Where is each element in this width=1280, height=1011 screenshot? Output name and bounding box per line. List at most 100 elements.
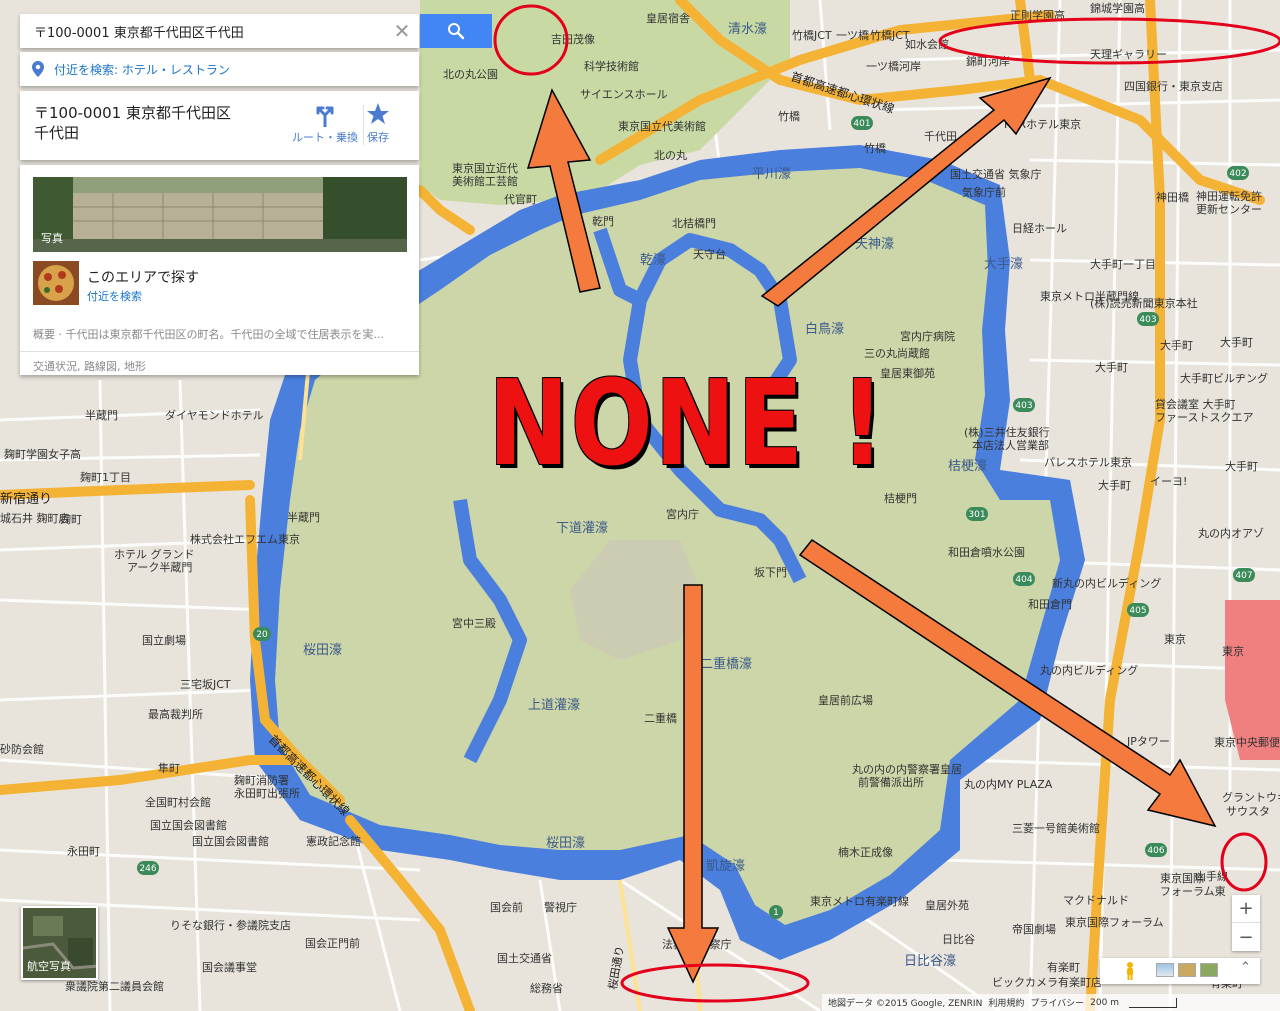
svg-text:竹橋JCT: 竹橋JCT	[792, 28, 832, 42]
svg-text:マクドナルド: マクドナルド	[1063, 894, 1129, 907]
svg-text:三宅坂JCT: 三宅坂JCT	[180, 677, 231, 691]
svg-text:北の丸公園: 北の丸公園	[443, 68, 498, 81]
svg-text:国立国会図書館: 国立国会図書館	[150, 818, 227, 832]
svg-text:東京国立近代: 東京国立近代	[452, 161, 518, 175]
svg-text:最高裁判所: 最高裁判所	[148, 707, 203, 721]
svg-text:前警備派出所: 前警備派出所	[858, 775, 924, 789]
svg-text:大手町: 大手町	[1220, 335, 1253, 349]
svg-text:宮中三殿: 宮中三殿	[452, 616, 496, 630]
svg-text:402: 402	[1229, 169, 1246, 179]
svg-text:日比谷濠: 日比谷濠	[904, 953, 956, 969]
svg-text:乾濠: 乾濠	[640, 252, 666, 268]
svg-text:千代田: 千代田	[924, 130, 957, 143]
none-overlay-text: NONE !	[488, 354, 886, 492]
zoom-out-button[interactable]: −	[1232, 923, 1260, 951]
svg-text:三菱一号館美術館: 三菱一号館美術館	[1012, 821, 1100, 835]
satellite-toggle[interactable]: 航空写真	[21, 906, 98, 980]
svg-text:グラントウキ: グラントウキ	[1222, 790, 1280, 804]
star-icon	[367, 103, 389, 124]
imagery-layer-thumb[interactable]	[1156, 963, 1174, 977]
svg-text:東京メトロ有楽町線: 東京メトロ有楽町線	[810, 894, 909, 908]
svg-text:永田町出張所: 永田町出張所	[234, 786, 300, 800]
svg-text:麹町消防署: 麹町消防署	[234, 773, 289, 787]
svg-text:国立劇場: 国立劇場	[142, 633, 186, 647]
svg-text:丸の内MY PLAZA: 丸の内MY PLAZA	[964, 777, 1053, 791]
map-data-credit: 地図データ ©2015 Google, ZENRIN	[828, 999, 983, 1009]
divider	[20, 351, 419, 352]
search-box: ✕	[20, 14, 419, 48]
svg-text:皇居前広場: 皇居前広場	[818, 693, 873, 707]
privacy-link[interactable]: プライバシー	[1030, 996, 1084, 1009]
svg-text:日経ホール: 日経ホール	[1012, 222, 1067, 235]
svg-text:国会前: 国会前	[490, 900, 523, 914]
svg-text:半蔵門: 半蔵門	[287, 510, 320, 524]
pizza-thumbnail	[33, 261, 79, 305]
place-photo[interactable]: 写真	[33, 177, 407, 252]
svg-text:有楽町: 有楽町	[1047, 960, 1080, 974]
svg-text:天守台: 天守台	[693, 247, 726, 261]
svg-text:皇居外苑: 皇居外苑	[925, 898, 969, 912]
info-card: 写真 このエリアで探す 付近を検索 概要 · 千代田は東京都千代田区の町名。千代…	[20, 165, 419, 375]
svg-text:気象庁前: 気象庁前	[962, 185, 1006, 199]
svg-text:ビックカメラ有楽町店: ビックカメラ有楽町店	[992, 975, 1102, 989]
svg-text:ファーストスクエア: ファーストスクエア	[1155, 411, 1253, 424]
svg-text:砂防会館: 砂防会館	[0, 742, 44, 756]
pegman-icon[interactable]	[1124, 962, 1136, 980]
svg-text:乾門: 乾門	[592, 215, 614, 228]
svg-text:新丸の内ビルディング: 新丸の内ビルディング	[1052, 576, 1161, 590]
svg-text:和田倉噴水公園: 和田倉噴水公園	[948, 545, 1025, 559]
svg-text:サウスタ: サウスタ	[1226, 805, 1270, 818]
svg-text:日比谷: 日比谷	[942, 933, 975, 946]
svg-text:更新センター: 更新センター	[1196, 202, 1262, 216]
search-input[interactable]	[20, 14, 385, 48]
svg-text:全国町村会館: 全国町村会館	[145, 795, 211, 809]
zoom-in-button[interactable]: +	[1232, 895, 1260, 923]
explore-nearby-link[interactable]: 付近を検索	[87, 288, 142, 304]
photo-image	[33, 177, 407, 252]
svg-text:桜田濠: 桜田濠	[546, 835, 585, 851]
clear-search-button[interactable]: ✕	[385, 14, 419, 48]
place-summary[interactable]: 概要 · 千代田は東京都千代田区の町名。千代田の全域で住居表示を実...	[33, 326, 407, 342]
svg-text:本店法人営業部: 本店法人営業部	[972, 438, 1049, 452]
svg-text:大手町: 大手町	[1160, 338, 1193, 352]
svg-text:平川濠: 平川濠	[752, 166, 791, 182]
svg-text:大手町: 大手町	[1095, 360, 1128, 374]
svg-text:麹町: 麹町	[60, 512, 82, 526]
svg-text:大手町一丁目: 大手町一丁目	[1090, 257, 1156, 271]
earth-layer-thumb[interactable]	[1200, 963, 1218, 977]
scale-label: 200 m	[1090, 997, 1119, 1008]
svg-text:神田橋: 神田橋	[1156, 190, 1189, 204]
svg-text:北の丸: 北の丸	[654, 149, 687, 162]
svg-text:桜田濠: 桜田濠	[303, 642, 342, 658]
svg-text:総務省: 総務省	[530, 981, 563, 995]
svg-text:20: 20	[256, 630, 268, 640]
svg-text:警視庁: 警視庁	[544, 900, 577, 914]
svg-text:永田町: 永田町	[67, 844, 100, 858]
save-button[interactable]: 保存	[341, 101, 415, 145]
svg-text:衆議院第二議員会館: 衆議院第二議員会館	[65, 979, 164, 993]
svg-text:東京メトロ半蔵門線: 東京メトロ半蔵門線	[1040, 289, 1139, 303]
svg-text:東京国立代美術館: 東京国立代美術館	[618, 119, 706, 133]
terms-link[interactable]: 利用規約	[988, 996, 1024, 1009]
svg-text:麹町学園女子高: 麹町学園女子高	[4, 447, 81, 461]
expand-icon[interactable]: ⌃	[1240, 960, 1251, 975]
nearby-search-link[interactable]: 付近を検索: ホテル・レストラン	[20, 52, 419, 86]
directions-icon	[316, 106, 334, 127]
svg-text:りそな銀行・参議院支店: りそな銀行・参議院支店	[170, 918, 291, 932]
svg-text:東京: 東京	[1222, 644, 1244, 658]
svg-text:竹橋JCT: 竹橋JCT	[870, 28, 910, 42]
svg-text:科学技術館: 科学技術館	[584, 59, 639, 73]
svg-text:1: 1	[773, 908, 779, 918]
explore-area[interactable]: このエリアで探す 付近を検索	[33, 261, 407, 307]
svg-text:桔梗濠: 桔梗濠	[948, 458, 987, 474]
search-button[interactable]	[420, 14, 492, 48]
layers-list[interactable]: 交通状況, 路線図, 地形	[33, 358, 146, 374]
svg-text:錦城学園高: 錦城学園高	[1090, 1, 1145, 15]
svg-text:下道灌濠: 下道灌濠	[556, 520, 608, 536]
svg-text:フォーラム東: フォーラム東	[1160, 885, 1226, 898]
svg-text:ダイヤモンドホテル: ダイヤモンドホテル	[165, 408, 264, 422]
terrain-layer-thumb[interactable]	[1178, 963, 1196, 977]
svg-text:新宿通り: 新宿通り	[0, 491, 52, 507]
svg-text:一ツ橋河岸: 一ツ橋河岸	[866, 59, 921, 73]
svg-text:和田倉門: 和田倉門	[1028, 597, 1072, 611]
